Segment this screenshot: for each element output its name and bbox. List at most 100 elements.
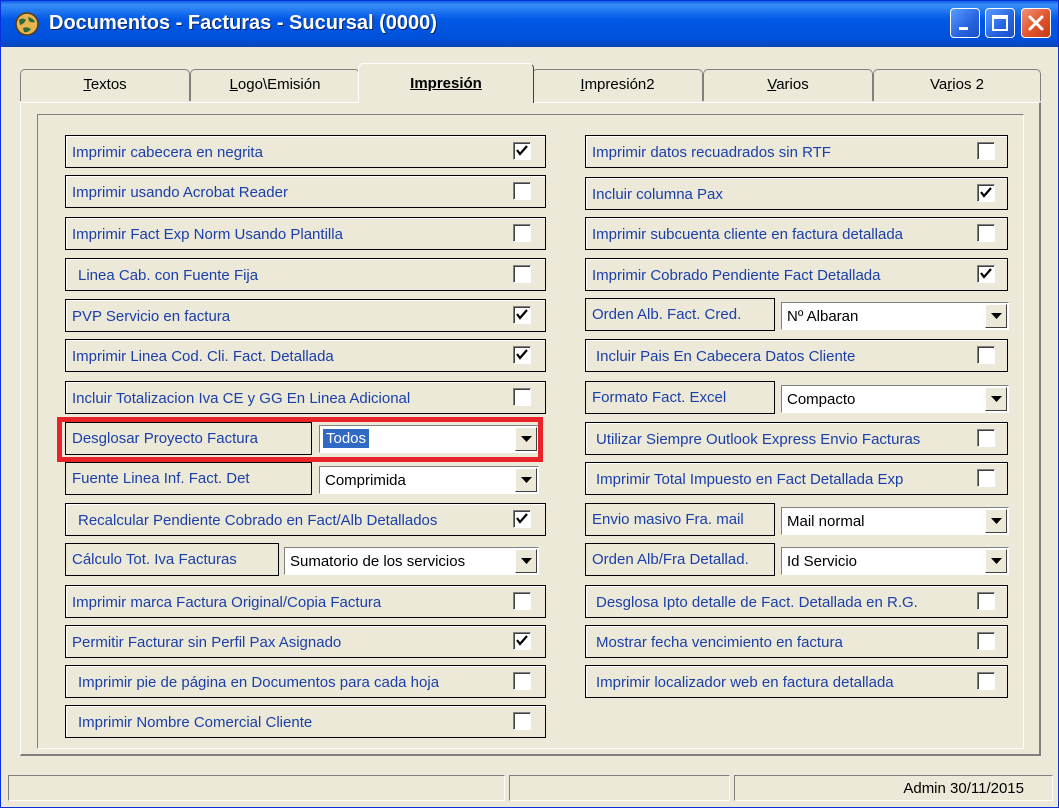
checkmark-icon [980,187,992,198]
option-subcuenta: Imprimir subcuenta cliente en factura de… [585,217,1008,250]
option-sin-rtf: Imprimir datos recuadrados sin RTF [585,135,1008,168]
app-globe-icon [15,12,39,36]
option-label: Imprimir subcuenta cliente en factura de… [592,226,904,243]
select-orden-fra[interactable]: Id Servicio [781,547,1009,575]
status-pane-3: Admin 30/11/2015 [734,775,1053,801]
option-sin-perfil: Permitir Facturar sin Perfil Pax Asignad… [65,625,546,658]
select-value: Compacto [787,391,856,408]
option-label: Imprimir Total Impuesto en Fact Detallad… [596,471,904,488]
tab-label-mnemonic: T [83,76,91,93]
select-value: Id Servicio [787,553,858,570]
option-columna-pax: Incluir columna Pax [585,177,1008,210]
checkbox-linea-cod-cli[interactable] [513,346,531,364]
option-recalcular: Recalcular Pendiente Cobrado en Fact/Alb… [65,503,546,536]
status-pane-2 [509,775,730,801]
dropdown-button[interactable] [985,387,1007,411]
checkbox-cab-negrita[interactable] [513,142,531,160]
checkbox-nombre-comercial[interactable] [513,712,531,730]
status-pane-1 [8,775,505,801]
option-label: Linea Cab. con Fuente Fija [78,267,259,284]
option-pie-pagina: Imprimir pie de página en Documentos par… [65,665,546,698]
checkbox-pvp-servicio[interactable] [513,306,531,324]
chevron-down-icon [991,518,1002,524]
option-label: Imprimir pie de página en Documentos par… [78,674,440,691]
minimize-button[interactable] [950,8,980,38]
select-orden-alb[interactable]: Nº Albaran [781,302,1009,330]
dropdown-button[interactable] [515,468,537,492]
checkbox-fecha-venc[interactable] [977,632,995,650]
select-formato-excel[interactable]: Compacto [781,385,1009,413]
checkbox-sin-rtf[interactable] [977,142,995,160]
option-label: Recalcular Pendiente Cobrado en Fact/Alb… [78,512,438,529]
tab-impresion2[interactable]: Impresión2 [532,69,703,101]
select-fuente-linea[interactable]: Comprimida [319,466,539,494]
tab-label: arios [776,76,809,93]
close-button[interactable] [1021,8,1051,38]
option-label: Imprimir Fact Exp Norm Usando Plantilla [72,226,343,243]
tab-varios[interactable]: Varios [703,69,873,101]
tab-label-mnemonic: V [767,76,777,93]
option-nombre-comercial: Imprimir Nombre Comercial Cliente [65,705,546,738]
option-pais-cabecera: Incluir Pais En Cabecera Datos Cliente [585,339,1008,372]
checkbox-localizador[interactable] [977,672,995,690]
option-label: Incluir columna Pax [592,186,723,203]
tab-label: mpresión2 [584,76,655,93]
option-marca-original: Imprimir marca Factura Original/Copia Fa… [65,585,546,618]
maximize-button[interactable] [985,8,1015,38]
option-label: Fuente Linea Inf. Fact. Det [72,470,250,487]
label-orden-fra: Orden Alb/Fra Detallad. [585,543,775,576]
checkbox-pais-cabecera[interactable] [977,346,995,364]
select-value: Nº Albaran [787,308,859,325]
checkbox-pie-pagina[interactable] [513,672,531,690]
dropdown-button[interactable] [515,549,537,573]
tab-varios-2[interactable]: Varios 2 [873,69,1041,101]
tab-textos[interactable]: Textos [20,69,190,101]
checkbox-fact-exp-norm[interactable] [513,224,531,242]
tab-impresion[interactable]: Impresión [358,63,534,103]
checkmark-icon [516,309,528,320]
option-label: Imprimir datos recuadrados sin RTF [592,144,831,161]
option-label: Imprimir cabecera en negrita [72,144,263,161]
chevron-down-icon [521,558,532,564]
checkbox-marca-original[interactable] [513,592,531,610]
select-value: Comprimida [325,472,406,489]
option-label: Imprimir localizador web en factura deta… [596,674,894,691]
checkbox-totalizacion-iva[interactable] [513,388,531,406]
option-label: Mostrar fecha vencimiento en factura [596,634,843,651]
checkbox-desglosa-ipto[interactable] [977,592,995,610]
option-label: Permitir Facturar sin Perfil Pax Asignad… [72,634,342,651]
status-bar: Admin 30/11/2015 [8,775,1053,801]
dropdown-button[interactable] [985,304,1007,328]
checkbox-acrobat[interactable] [513,182,531,200]
maximize-icon [992,15,1008,31]
tab-label: ios 2 [952,76,984,93]
checkbox-subcuenta[interactable] [977,224,995,242]
option-totalizacion-iva: Incluir Totalizacion Iva CE y GG En Line… [65,381,546,414]
checkbox-total-impuesto[interactable] [977,469,995,487]
checkbox-outlook[interactable] [977,429,995,447]
select-envio-masivo[interactable]: Mail normal [781,507,1009,535]
option-linea-cab-fija: Linea Cab. con Fuente Fija [65,258,546,291]
option-label: Imprimir Cobrado Pendiente Fact Detallad… [592,267,881,284]
checkbox-cobrado-pendiente[interactable] [977,265,995,283]
main-window: Documentos - Facturas - Sucursal (0000) … [0,0,1059,808]
label-envio-masivo: Envio masivo Fra. mail [585,503,775,536]
title-bar[interactable]: Documentos - Facturas - Sucursal (0000) [1,1,1058,47]
select-calculo-iva[interactable]: Sumatorio de los servicios [284,547,539,575]
checkbox-sin-perfil[interactable] [513,632,531,650]
close-icon [1028,15,1044,31]
checkbox-linea-cab-fija[interactable] [513,265,531,283]
checkmark-icon [516,635,528,646]
dropdown-button[interactable] [985,549,1007,573]
checkbox-columna-pax[interactable] [977,184,995,202]
tab-label-mnemonic: L [229,76,238,93]
tab-logo-emision[interactable]: Logo\Emisión [190,69,360,101]
tab-label: Va [930,76,948,93]
option-label: Cálculo Tot. Iva Facturas [72,551,237,568]
checkbox-recalcular[interactable] [513,510,531,528]
checkmark-icon [980,268,992,279]
option-label: Orden Alb/Fra Detallad. [592,551,749,568]
label-calculo-iva: Cálculo Tot. Iva Facturas [65,543,279,576]
dropdown-button[interactable] [985,509,1007,533]
option-label: Orden Alb. Fact. Cred. [592,306,742,323]
